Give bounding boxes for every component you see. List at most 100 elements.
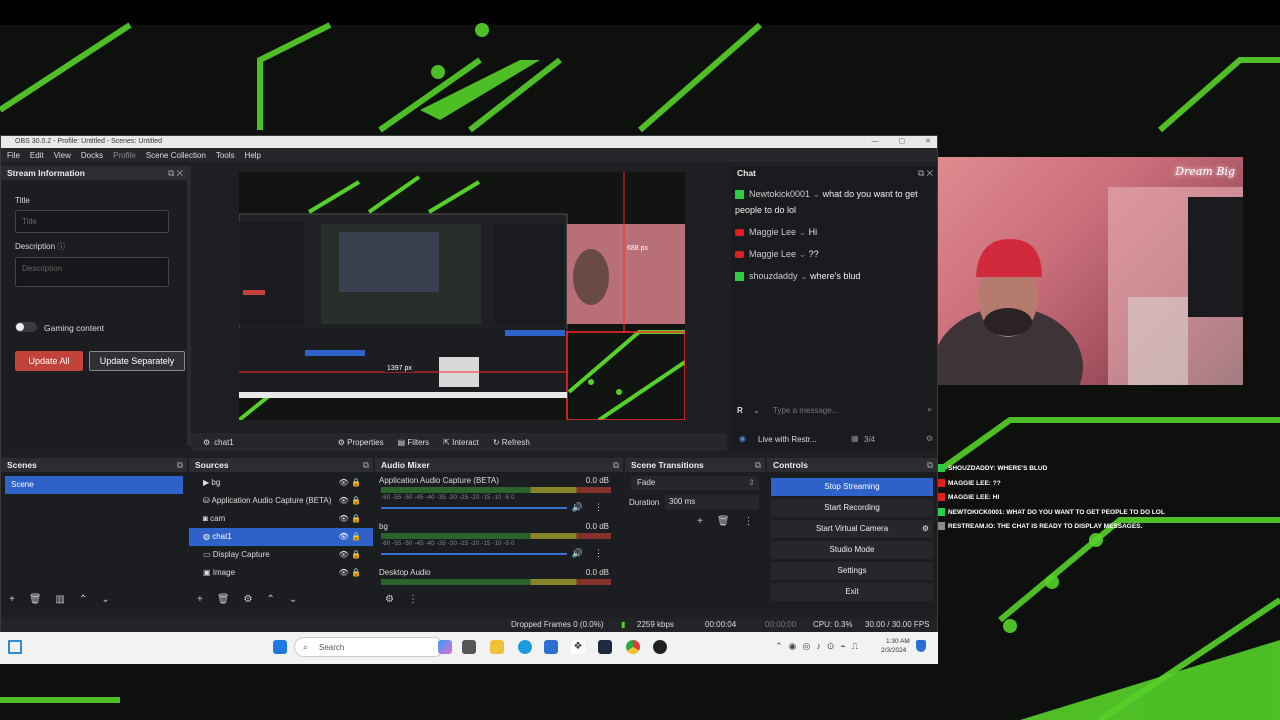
interact-button[interactable]: ⇱ Interact — [443, 438, 479, 447]
more-icon[interactable]: ⋮ — [594, 548, 603, 559]
clock-time[interactable]: 1:30 AM — [886, 638, 910, 645]
studio-mode-button[interactable]: Studio Mode — [771, 541, 933, 559]
update-separately-button[interactable]: Update Separately — [89, 351, 185, 371]
terminal-icon[interactable] — [598, 640, 612, 654]
trash-icon[interactable]: 🗑 — [217, 594, 230, 605]
task-view-icon[interactable] — [462, 640, 476, 654]
chevron-down-icon[interactable]: ⌄ — [799, 227, 807, 237]
clock-date[interactable]: 2/3/2024 — [881, 647, 906, 654]
trash-icon[interactable]: 🗑 — [717, 516, 730, 527]
gear-icon[interactable]: ⚙ — [203, 438, 210, 447]
menu-edit[interactable]: Edit — [30, 151, 44, 160]
menu-help[interactable]: Help — [245, 151, 261, 160]
dock-controls[interactable]: ⧉ — [927, 458, 933, 472]
obs-icon[interactable] — [653, 640, 667, 654]
start-virtual-camera-button[interactable]: Start Virtual Camera ⚙ — [771, 520, 933, 538]
exit-button[interactable]: Exit — [771, 583, 933, 601]
windows-start-icon[interactable] — [273, 640, 287, 654]
eye-lock-icons[interactable]: 👁 🔒 — [339, 546, 361, 564]
arrow-down-icon[interactable]: ⌄ — [101, 594, 109, 605]
store-icon[interactable] — [544, 640, 558, 654]
source-item[interactable]: ▭ Display Capture 👁 🔒 — [189, 546, 373, 564]
copilot-icon[interactable] — [438, 640, 452, 654]
filters-button[interactable]: ▤ Filters — [398, 438, 430, 447]
menu-scene-collection[interactable]: Scene Collection — [146, 151, 206, 160]
add-icon[interactable]: + — [697, 516, 703, 527]
scene-item[interactable]: Scene — [5, 476, 183, 494]
notification-icon[interactable] — [916, 640, 926, 652]
gear-icon[interactable]: ⚙ — [922, 520, 929, 538]
source-item[interactable]: ◙ cam 👁 🔒 — [189, 510, 373, 528]
volume-slider[interactable] — [381, 553, 567, 555]
eye-lock-icons[interactable]: 👁 🔒 — [339, 564, 361, 582]
preview-canvas[interactable]: 688 px 1397 px — [239, 172, 685, 420]
source-item[interactable]: ⛁ Application Audio Capture (BETA) 👁 🔒 — [189, 492, 373, 510]
dock-controls[interactable]: ⧉ — [755, 458, 761, 472]
chevron-down-icon[interactable]: ⌄ — [800, 271, 808, 281]
menu-file[interactable]: File — [7, 151, 20, 160]
chevron-down-icon[interactable]: ⌄ — [753, 406, 760, 415]
eye-lock-icons[interactable]: 👁 🔒 — [339, 492, 361, 510]
more-icon[interactable]: ⋮ — [408, 594, 418, 605]
more-icon[interactable]: ⋮ — [744, 516, 754, 527]
widgets-icon[interactable] — [8, 640, 22, 654]
refresh-button[interactable]: ↻ Refresh — [493, 438, 530, 447]
dock-controls[interactable]: ⧉ ✕ — [918, 166, 933, 180]
eye-lock-icons[interactable]: 👁 🔒 — [339, 528, 361, 546]
duration-input[interactable]: 300 ms — [665, 495, 759, 509]
add-icon[interactable]: + — [9, 594, 15, 605]
arrow-up-icon[interactable]: ⌃ — [79, 594, 87, 605]
dropbox-icon[interactable]: ❖ — [571, 640, 585, 654]
menu-tools[interactable]: Tools — [216, 151, 235, 160]
file-explorer-icon[interactable] — [490, 640, 504, 654]
description-input[interactable]: Description — [15, 257, 169, 287]
title-input[interactable]: Title — [15, 210, 169, 233]
eye-lock-icons[interactable]: 👁 🔒 — [339, 510, 361, 528]
gear-icon[interactable]: ⚙ — [244, 594, 253, 605]
settings-button[interactable]: Settings — [771, 562, 933, 580]
stop-streaming-button[interactable]: Stop Streaming — [771, 478, 933, 496]
dropped-frames: Dropped Frames 0 (0.0%) — [511, 620, 604, 629]
eye-lock-icons[interactable]: 👁 🔒 — [339, 474, 361, 492]
dock-controls[interactable]: ⧉ — [363, 458, 369, 472]
search-box[interactable]: ⌕ Search — [294, 637, 444, 657]
more-icon[interactable]: ⋮ — [594, 502, 603, 513]
maximize-icon[interactable]: ▢ — [899, 136, 906, 148]
speaker-icon[interactable]: 🔊 — [572, 548, 583, 559]
source-toolbar: ⚙ chat1 ⚙ Properties ▤ Filters ⇱ Interac… — [191, 433, 727, 451]
filter-icon[interactable]: ▥ — [56, 594, 65, 605]
chrome-icon[interactable] — [626, 640, 640, 654]
arrow-down-icon[interactable]: ⌄ — [289, 594, 297, 605]
menu-profile[interactable]: Profile — [113, 151, 136, 160]
menu-bar: File Edit View Docks Profile Scene Colle… — [1, 148, 937, 162]
source-item[interactable]: ◍ chat1 👁 🔒 — [189, 528, 373, 546]
arrow-up-icon[interactable]: ⌃ — [267, 594, 275, 605]
chevron-down-icon[interactable]: ⌄ — [813, 189, 821, 199]
edge-icon[interactable] — [518, 640, 532, 654]
update-all-button[interactable]: Update All — [15, 351, 83, 371]
properties-button[interactable]: ⚙ Properties — [338, 438, 384, 447]
menu-docks[interactable]: Docks — [81, 151, 103, 160]
source-item[interactable]: ▣ Image 👁 🔒 — [189, 564, 373, 582]
minimize-icon[interactable]: — — [872, 136, 879, 148]
dock-controls[interactable]: ⧉ ✕ — [168, 166, 183, 180]
close-icon[interactable]: ✕ — [925, 136, 931, 148]
trash-icon[interactable]: 🗑 — [29, 594, 42, 605]
tray-icons[interactable]: ⌃◉◎♪⊙⌁⎍ — [775, 641, 864, 652]
add-icon[interactable]: + — [197, 594, 203, 605]
speaker-icon[interactable]: 🔊 — [572, 502, 583, 513]
menu-view[interactable]: View — [54, 151, 71, 160]
gear-icon[interactable]: ⚙ — [926, 434, 933, 443]
chat-input[interactable]: Type a message... — [773, 406, 838, 415]
chevron-down-icon[interactable]: ⌄ — [799, 249, 807, 259]
dock-controls[interactable]: ⧉ — [613, 458, 619, 472]
start-recording-button[interactable]: Start Recording — [771, 499, 933, 517]
send-icon[interactable]: ➤ — [926, 405, 933, 414]
dock-controls[interactable]: ⧉ — [177, 458, 183, 472]
gaming-content-toggle[interactable] — [15, 322, 37, 332]
source-item[interactable]: ▶ bg 👁 🔒 — [189, 474, 373, 492]
transition-select[interactable]: Fade ⇕ — [631, 476, 759, 490]
volume-slider[interactable] — [381, 507, 567, 509]
mixer-channel: bg 0.0 dB -60 -55 -50 -45 -40 -35 -30 -2… — [375, 518, 623, 564]
gear-icon[interactable]: ⚙ — [385, 594, 394, 605]
